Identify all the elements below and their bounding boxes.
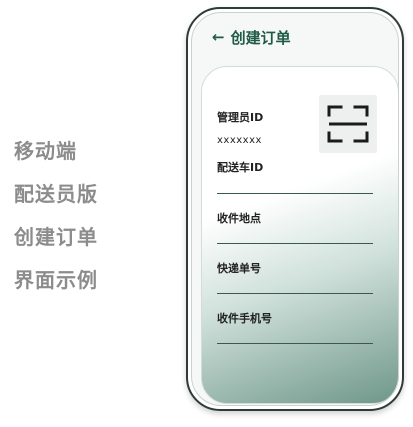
caption-line: 移动端 [14, 139, 77, 163]
admin-id-value: xxxxxxx [217, 135, 262, 146]
courier-id-label[interactable]: 配送车ID [217, 159, 263, 175]
phone-frame: ← 创建订单 管理员ID xxxxxxx 配送车ID 收件地点 快递单号 收件手… [186, 7, 404, 411]
caption: 移动端 配送员版 创建订单 界面示例 [14, 130, 154, 302]
courier-id-input-line[interactable] [217, 193, 373, 194]
scan-button[interactable] [319, 95, 377, 153]
phone-screen: ← 创建订单 管理员ID xxxxxxx 配送车ID 收件地点 快递单号 收件手… [191, 12, 399, 406]
stage: 移动端 配送员版 创建订单 界面示例 ← 创建订单 管理员ID xxxxxxx … [0, 0, 413, 427]
header: ← 创建订单 [192, 13, 398, 61]
address-input-line[interactable] [217, 243, 373, 244]
recipient-phone-input-line[interactable] [217, 343, 373, 344]
scan-icon [327, 105, 369, 143]
arrow-left-icon[interactable]: ← [212, 28, 225, 46]
recipient-phone-label: 收件手机号 [217, 312, 272, 325]
page-title: 创建订单 [230, 28, 291, 47]
tracking-number-input-line[interactable] [217, 293, 373, 294]
caption-line: 配送员版 [14, 182, 98, 206]
caption-line: 界面示例 [14, 268, 98, 292]
tracking-number-label: 快递单号 [217, 262, 261, 275]
address-label: 收件地点 [217, 212, 261, 225]
admin-id-label: 管理员ID [217, 111, 264, 124]
caption-line: 创建订单 [14, 225, 98, 249]
order-form-card: 管理员ID xxxxxxx 配送车ID 收件地点 快递单号 收件手机号 [201, 66, 398, 404]
